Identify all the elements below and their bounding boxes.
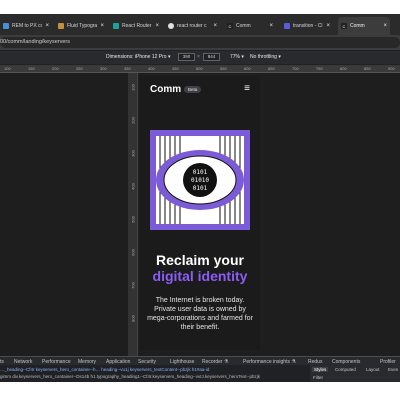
tab-strip: REM to PX co × Fluid Typogra × React Rou… bbox=[0, 14, 400, 35]
close-icon[interactable]: × bbox=[326, 23, 330, 29]
ruler-tick-label: 300 bbox=[100, 66, 107, 71]
tab-fluid-typography[interactable]: Fluid Typogra × bbox=[55, 17, 107, 35]
device-toolbar: Dimensions: iPhone 12 Pro ▾ 390 × 844 77… bbox=[0, 51, 400, 64]
ruler-tick-label: 900 bbox=[388, 66, 395, 71]
heading-line-1: Reclaim your bbox=[156, 252, 244, 268]
tab-rem-to-px[interactable]: REM to PX co × bbox=[0, 17, 52, 35]
ruler-tick-label: 300 bbox=[130, 150, 136, 157]
ruler-tick-label: 800 bbox=[130, 315, 136, 322]
ruler-tick-label: 600 bbox=[244, 66, 251, 71]
tab-label: Comm bbox=[236, 23, 251, 29]
height-input[interactable]: 844 bbox=[203, 53, 220, 61]
ruler-tick-label: 200 bbox=[130, 117, 136, 124]
ruler-tick-label: 450 bbox=[172, 66, 179, 71]
tab-label: react router c bbox=[177, 23, 207, 29]
hero-paragraph: The Internet is broken today. Private us… bbox=[147, 297, 253, 331]
filter-input[interactable]: Filter bbox=[313, 375, 323, 380]
tab-computed[interactable]: Computed bbox=[335, 367, 356, 372]
tab-label: React Router bbox=[122, 23, 152, 29]
tab-label: REM to PX co bbox=[12, 23, 43, 29]
comm-favicon-icon: C bbox=[227, 23, 233, 29]
page-favicon-icon bbox=[58, 23, 64, 29]
times-icon: × bbox=[197, 54, 200, 60]
tab-layout[interactable]: Layout bbox=[366, 367, 380, 372]
close-icon[interactable]: × bbox=[213, 23, 217, 29]
ruler-tick-label: 750 bbox=[316, 66, 323, 71]
ruler-tick-label: 850 bbox=[364, 66, 371, 71]
beta-badge: Beta bbox=[184, 86, 202, 93]
ruler-tick-label: 350 bbox=[124, 66, 131, 71]
heading-line-2: digital identity bbox=[152, 268, 248, 284]
binary-text: 0101 bbox=[193, 185, 208, 192]
devtools-tabbar: ts Network Performance Memory Application Sec… bbox=[0, 356, 400, 365]
tab-transition[interactable]: transition - Cl × bbox=[281, 17, 333, 35]
width-input[interactable]: 390 bbox=[178, 53, 195, 61]
page-favicon-icon bbox=[113, 23, 119, 29]
zoom-select[interactable]: 77% ▾ bbox=[230, 54, 244, 60]
tab-styles[interactable]: Styles bbox=[312, 367, 329, 372]
tab-event-listeners[interactable]: Even bbox=[388, 367, 398, 372]
breadcrumb-line[interactable]: gimm div.keyservers_hero_container--Ds14… bbox=[0, 374, 260, 379]
binary-text: 01010 bbox=[191, 177, 209, 184]
ruler-tick-label: 400 bbox=[148, 66, 155, 71]
breadcrumb-line[interactable]: …_heading--Cf4r keyservers_hero_containe… bbox=[0, 367, 209, 372]
zoom-value: 77% bbox=[230, 54, 241, 60]
url-field[interactable]: 00/comm/landing/keyservers bbox=[0, 37, 400, 48]
close-icon[interactable]: × bbox=[383, 23, 387, 29]
device-label: Dimensions: iPhone 12 Pro bbox=[106, 54, 167, 60]
page-favicon-icon bbox=[284, 23, 290, 29]
tab-label: transition - Cl bbox=[293, 23, 323, 29]
horizontal-ruler: 100 150 200 250 300 350 400 450 500 550 600 650 700 7… bbox=[0, 65, 400, 73]
devtools-styles-pane-tabs: Styles Computed Layout Even Filter bbox=[310, 365, 400, 382]
tab-label: Comm bbox=[350, 23, 365, 29]
throttling-select[interactable]: No throttling ▾ bbox=[250, 54, 281, 60]
tab-comm[interactable]: C Comm × bbox=[224, 17, 276, 35]
ruler-tick-label: 600 bbox=[130, 249, 136, 256]
ruler-tick-label: 500 bbox=[196, 66, 203, 71]
ruler-tick-label: 500 bbox=[130, 216, 136, 223]
ruler-tick-label: 550 bbox=[220, 66, 227, 71]
close-icon[interactable]: × bbox=[100, 23, 104, 29]
ruler-tick-label: 250 bbox=[76, 66, 83, 71]
ruler-tick-label: 800 bbox=[340, 66, 347, 71]
ruler-tick-label: 100 bbox=[4, 66, 11, 71]
eye-illustration: 0101 01010 0101 bbox=[150, 130, 250, 230]
hamburger-menu-icon[interactable]: ≡ bbox=[244, 83, 250, 94]
tab-react-router-search[interactable]: react router c × bbox=[165, 17, 220, 35]
vertical-ruler: 100 200 300 400 500 600 700 800 bbox=[128, 73, 138, 356]
google-icon bbox=[168, 23, 174, 29]
tab-label: Fluid Typogra bbox=[67, 23, 98, 29]
address-bar: 00/comm/landing/keyservers bbox=[0, 35, 400, 50]
ruler-tick-label: 400 bbox=[130, 183, 136, 190]
tab-react-router[interactable]: React Router × bbox=[110, 17, 162, 35]
throttling-value: No throttling bbox=[250, 54, 277, 60]
brand-logo[interactable]: Comm bbox=[150, 84, 181, 95]
ruler-tick-label: 100 bbox=[130, 84, 136, 91]
tab-comm-active[interactable]: C Comm × bbox=[338, 17, 390, 35]
ruler-tick-label: 700 bbox=[292, 66, 299, 71]
comm-favicon-icon: C bbox=[341, 23, 347, 29]
browser-window: REM to PX co × Fluid Typogra × React Rou… bbox=[0, 14, 400, 382]
ruler-tick-label: 200 bbox=[52, 66, 59, 71]
close-icon[interactable]: × bbox=[155, 23, 159, 29]
close-icon[interactable]: × bbox=[269, 23, 273, 29]
hero-heading: Reclaim your digital identity bbox=[140, 252, 260, 284]
device-viewport: Comm Beta ≡ 0101 01010 0101 Reclaim your… bbox=[140, 76, 260, 350]
ruler-tick-label: 700 bbox=[130, 282, 136, 289]
binary-text: 0101 bbox=[193, 169, 208, 176]
device-select[interactable]: Dimensions: iPhone 12 Pro ▾ bbox=[106, 54, 171, 60]
close-icon[interactable]: × bbox=[45, 23, 49, 29]
ruler-tick-label: 150 bbox=[28, 66, 35, 71]
ruler-tick-label: 650 bbox=[268, 66, 275, 71]
page-favicon-icon bbox=[3, 23, 9, 29]
